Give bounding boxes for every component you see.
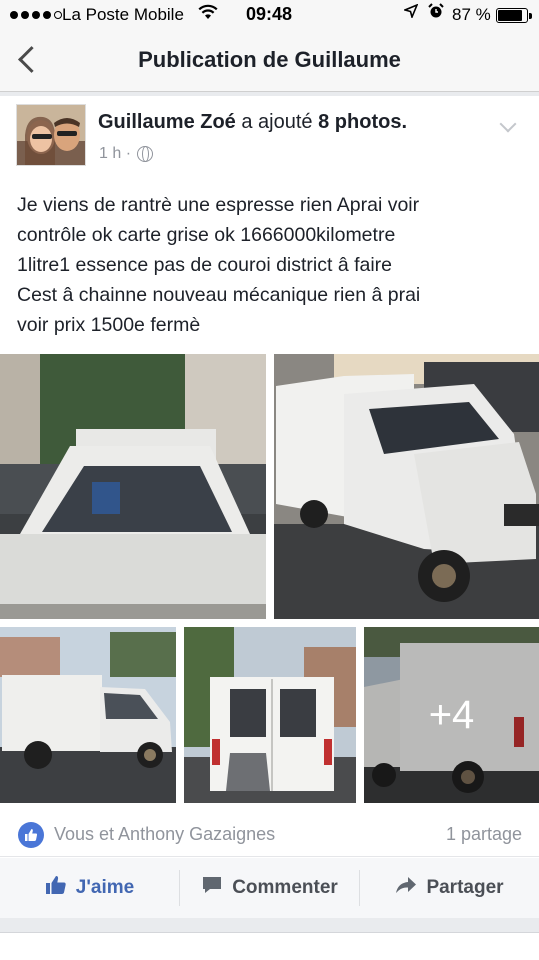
post-text: Je viens de rantrè une espresse rien Apr…	[17, 190, 527, 340]
post-line: voir prix 1500e fermè	[17, 314, 201, 336]
comment-button[interactable]: Commenter	[180, 858, 359, 918]
like-button[interactable]: J'aime	[0, 858, 179, 918]
likers-text[interactable]: Vous et Anthony Gazaignes	[54, 824, 275, 845]
top-bar: La Poste Mobile 09:48 87 % Publication d…	[0, 0, 539, 92]
share-arrow-icon	[395, 875, 417, 901]
status-time: 09:48	[246, 4, 293, 24]
post-line: 1litre1 essence pas de couroi district â…	[17, 254, 393, 276]
signal-dots-icon	[10, 11, 62, 19]
battery-percent: 87 %	[452, 5, 491, 24]
action-bar: J'aime Commenter Partager	[0, 858, 539, 918]
carrier-label: La Poste Mobile	[62, 5, 184, 24]
post-line: contrôle ok carte grise ok 1666000kilome…	[17, 224, 396, 246]
post-meta: 1 h ·	[99, 145, 154, 163]
share-label: Partager	[426, 877, 504, 898]
photo-van-rear[interactable]	[184, 627, 356, 803]
post-line: Cest â chainne nouveau mécanique rien â …	[17, 284, 421, 306]
share-button[interactable]: Partager	[360, 858, 539, 918]
avatar[interactable]	[16, 104, 86, 166]
comment-icon	[201, 875, 223, 901]
reactions-bar: Vous et Anthony Gazaignes 1 partage	[0, 813, 539, 857]
author-name[interactable]: Guillaume Zoé	[98, 111, 236, 133]
globe-icon	[137, 146, 154, 162]
photo-van-front[interactable]	[0, 354, 266, 619]
comment-label: Commenter	[232, 877, 338, 898]
page-title: Publication de Guillaume	[138, 47, 401, 72]
chevron-down-icon[interactable]	[499, 115, 517, 133]
post-header: Guillaume Zoé a ajouté 8 photos.	[98, 111, 407, 134]
photo-more-overlay[interactable]: +4	[364, 627, 539, 803]
status-bar: La Poste Mobile 09:48 87 %	[0, 0, 539, 30]
next-card-edge	[0, 932, 539, 960]
like-label: J'aime	[75, 877, 135, 898]
action-object[interactable]: 8 photos.	[318, 111, 407, 133]
thumbs-up-icon	[18, 822, 44, 848]
post-time[interactable]: 1 h ·	[99, 145, 131, 163]
post-card: Guillaume Zoé a ajouté 8 photos. 1 h · J…	[0, 96, 539, 918]
post-line: Je viens de rantrè une espresse rien Apr…	[17, 194, 420, 216]
shares-count[interactable]: 1 partage	[446, 824, 522, 845]
more-photos-count: +4	[364, 627, 539, 803]
wifi-icon	[198, 4, 218, 25]
location-arrow-icon	[402, 3, 419, 22]
photo-van-side[interactable]	[0, 627, 176, 803]
photo-van-three-quarter[interactable]	[274, 354, 539, 619]
alarm-clock-icon	[428, 3, 444, 24]
action-prefix: a ajouté	[241, 111, 313, 133]
battery-level-fill	[498, 10, 523, 21]
battery-icon	[496, 8, 532, 23]
thumbs-up-icon	[45, 875, 67, 901]
